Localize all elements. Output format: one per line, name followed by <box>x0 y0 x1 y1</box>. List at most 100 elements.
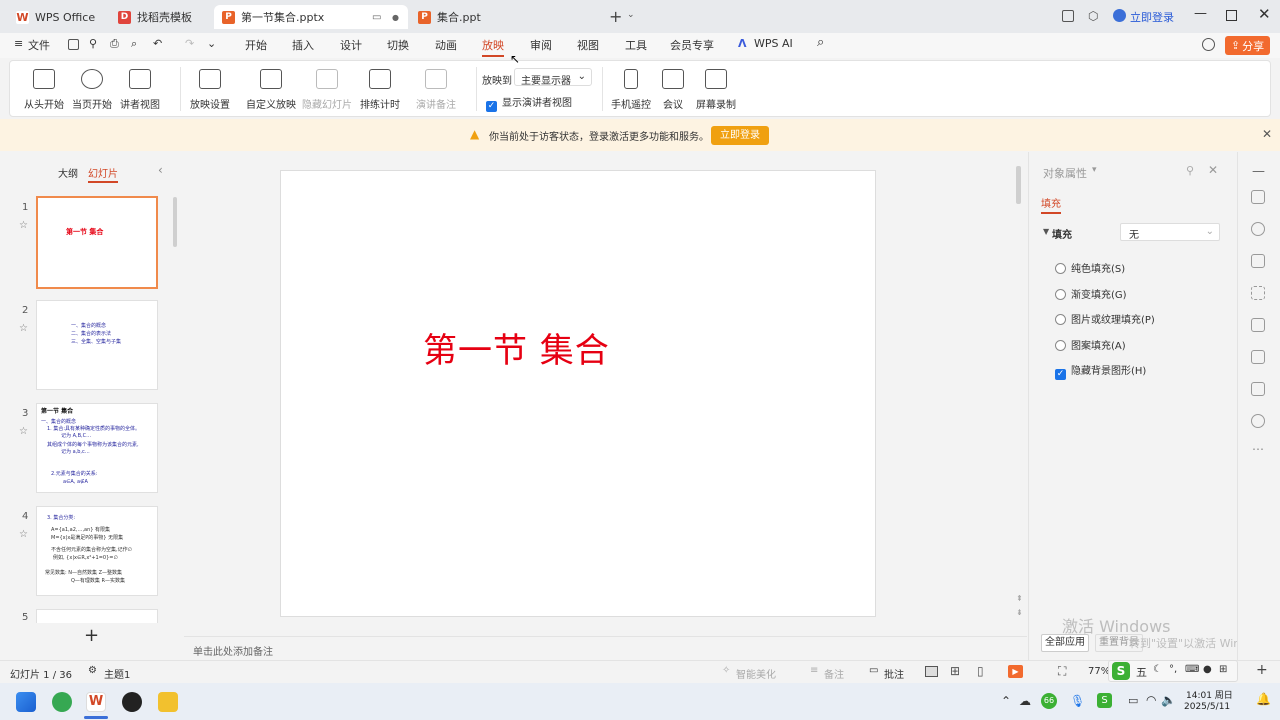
menu-view[interactable]: 视图 <box>577 37 599 53</box>
tab-outline[interactable]: 大纲 <box>58 165 78 180</box>
solid-fill-radio[interactable]: 纯色填充(S) <box>1055 260 1125 275</box>
new-tab-icon[interactable]: + <box>609 7 622 26</box>
chevron-up-icon[interactable]: ⌃ <box>1001 694 1011 708</box>
presenter-view-button[interactable]: 讲者视图 <box>120 69 160 111</box>
notification-bell-icon[interactable]: 🔔 <box>1256 692 1271 706</box>
phone-remote-button[interactable]: 手机遥控 <box>611 69 651 111</box>
restore-icon[interactable] <box>1226 10 1237 21</box>
wps-taskbar-icon[interactable]: W <box>86 692 106 712</box>
unsaved-dot-icon[interactable]: ● <box>392 13 399 22</box>
collapse-icon[interactable]: ‹ <box>158 163 163 177</box>
crop-icon[interactable] <box>1251 318 1265 332</box>
window-icon[interactable]: ▭ <box>372 12 381 23</box>
canvas-scrollbar[interactable] <box>1016 166 1021 204</box>
tab-set-ppt[interactable]: P 集合.ppt <box>410 5 600 29</box>
close-icon[interactable]: ✕ <box>1262 127 1272 141</box>
comment-icon[interactable]: ▭ <box>869 665 878 676</box>
cube-icon[interactable]: ⬡ <box>1088 9 1098 23</box>
search-icon[interactable]: ⌕ <box>817 35 824 50</box>
hamburger-icon[interactable]: ≡ <box>14 37 23 50</box>
tray-66-icon[interactable]: 66 <box>1041 693 1057 709</box>
add-slide-icon[interactable]: + <box>84 625 99 646</box>
screen-record-button[interactable]: 屏幕录制 <box>696 69 736 111</box>
notes-bar[interactable]: 单击此处添加备注 <box>184 636 1027 660</box>
cloud-icon[interactable]: ⚲ <box>89 37 97 50</box>
close-icon[interactable]: ✕ <box>1208 163 1218 177</box>
tab-fill[interactable]: 填充 <box>1041 195 1061 214</box>
comment-button[interactable]: 批注 <box>884 666 904 681</box>
custom-show-button[interactable]: 自定义放映 <box>246 69 296 111</box>
meeting-button[interactable]: 会议 <box>662 69 684 111</box>
show-settings-button[interactable]: 放映设置 <box>190 69 230 111</box>
punctuation-icon[interactable]: °, <box>1169 664 1177 675</box>
screen-icon[interactable]: ▭ <box>1128 694 1138 707</box>
chevron-down-icon[interactable]: ⌄ <box>627 10 635 20</box>
tools-icon[interactable] <box>1251 286 1265 300</box>
moon-icon[interactable]: ☾ <box>1153 664 1162 675</box>
menu-wps-ai[interactable]: WPS AI <box>754 37 793 50</box>
slide-thumbnail-3[interactable]: 第一节 集合 一、集合的概念 1. 集合:具有某种确定性质的事物的全体。 记为 … <box>36 403 158 493</box>
notice-login-button[interactable]: 立即登录 <box>711 126 769 145</box>
user-avatar-icon[interactable] <box>1113 9 1126 22</box>
tab-current-pptx[interactable]: P 第一节集合.pptx ▭ ● <box>214 5 408 29</box>
zoom-in-icon[interactable]: + <box>1256 662 1268 678</box>
menu-animation[interactable]: 动画 <box>435 37 457 53</box>
chevron-down-icon[interactable]: ▾ <box>1092 165 1097 175</box>
menu-review[interactable]: 审阅 <box>530 37 552 53</box>
adjust-icon[interactable] <box>1251 190 1265 204</box>
keyboard-icon[interactable]: ⌨ <box>1185 664 1199 675</box>
print-icon[interactable]: ⎙ <box>110 37 119 51</box>
wifi-icon[interactable]: ◠ <box>1146 693 1156 707</box>
zoom-level[interactable]: 77% <box>1088 666 1110 677</box>
hide-background-checkbox[interactable]: ✓ 隐藏背景图形(H) <box>1055 362 1146 380</box>
slide-thumbnail-1[interactable]: 第一节 集合 <box>36 196 158 289</box>
image-icon[interactable] <box>1251 350 1265 364</box>
slide-thumbnail-2[interactable]: 一、集合的概念 二、集合的表示法 三、全集、空集与子集 <box>36 300 158 390</box>
redo-icon[interactable]: ↷ <box>185 37 194 50</box>
prev-page-icon[interactable]: ⇞ <box>1016 594 1023 603</box>
star-icon[interactable] <box>1251 222 1265 236</box>
slide-sorter-icon[interactable]: ⊞ <box>950 664 960 678</box>
more-icon[interactable]: ⋯ <box>1252 442 1264 456</box>
obs-icon[interactable] <box>122 692 142 712</box>
pattern-fill-radio[interactable]: 图案填充(A) <box>1055 337 1126 352</box>
menu-home[interactable]: 开始 <box>245 37 267 53</box>
undo-icon[interactable]: ↶ <box>153 37 162 50</box>
beautify-button[interactable]: 智能美化 <box>736 666 776 681</box>
normal-view-icon[interactable] <box>925 666 938 677</box>
minimize-icon[interactable]: — <box>1194 6 1207 21</box>
microphone-icon[interactable]: 🎙 <box>1070 694 1085 708</box>
grid-icon[interactable]: ⊞ <box>1219 664 1227 675</box>
wps-ai-icon[interactable]: Ʌ <box>738 37 747 50</box>
star-icon[interactable]: ☆ <box>19 426 28 437</box>
save-icon[interactable] <box>68 39 79 50</box>
menu-file[interactable]: 文件 <box>28 37 50 53</box>
next-page-icon[interactable]: ⇟ <box>1016 608 1023 617</box>
from-current-button[interactable]: 当页开始 <box>72 69 112 111</box>
slide-thumbnail-4[interactable]: 3. 集合分类: A={a1,a2,…,an} 有限集 M={x|x是满足P的事… <box>36 506 158 596</box>
menu-tools[interactable]: 工具 <box>625 37 647 53</box>
picture-fill-radio[interactable]: 图片或纹理填充(P) <box>1055 311 1155 326</box>
notes-icon[interactable]: ≡ <box>810 665 818 676</box>
menu-insert[interactable]: 插入 <box>292 37 314 53</box>
hide-slide-button[interactable]: 隐藏幻灯片 <box>302 69 352 111</box>
tab-docer[interactable]: D 找稻壳模板 <box>110 5 210 29</box>
upload-icon[interactable] <box>1202 38 1215 51</box>
layout-icon[interactable] <box>1251 382 1265 396</box>
star-icon[interactable]: ☆ <box>19 323 28 334</box>
theme-label[interactable]: 主题1 <box>104 666 130 681</box>
star-icon[interactable]: ☆ <box>19 220 28 231</box>
monitor-select[interactable]: 主要显示器 ⌄ <box>514 68 592 87</box>
ime-mode[interactable]: 五 <box>1136 664 1147 680</box>
pin-icon[interactable]: ⚲ <box>1186 164 1194 177</box>
reading-view-icon[interactable]: ▯ <box>977 664 984 678</box>
theme-icon[interactable]: ⚙ <box>88 665 97 676</box>
fit-window-icon[interactable]: ⛶ <box>1058 664 1066 679</box>
gradient-fill-radio[interactable]: 渐变填充(G) <box>1055 286 1127 301</box>
apply-all-button[interactable]: 全部应用 <box>1041 634 1089 652</box>
multi-window-icon[interactable] <box>1062 10 1074 22</box>
collapse-panel-icon[interactable]: — <box>1252 164 1265 179</box>
menu-design[interactable]: 设计 <box>340 37 362 53</box>
star-icon[interactable]: ☆ <box>19 529 28 540</box>
login-link[interactable]: 立即登录 <box>1130 9 1174 25</box>
